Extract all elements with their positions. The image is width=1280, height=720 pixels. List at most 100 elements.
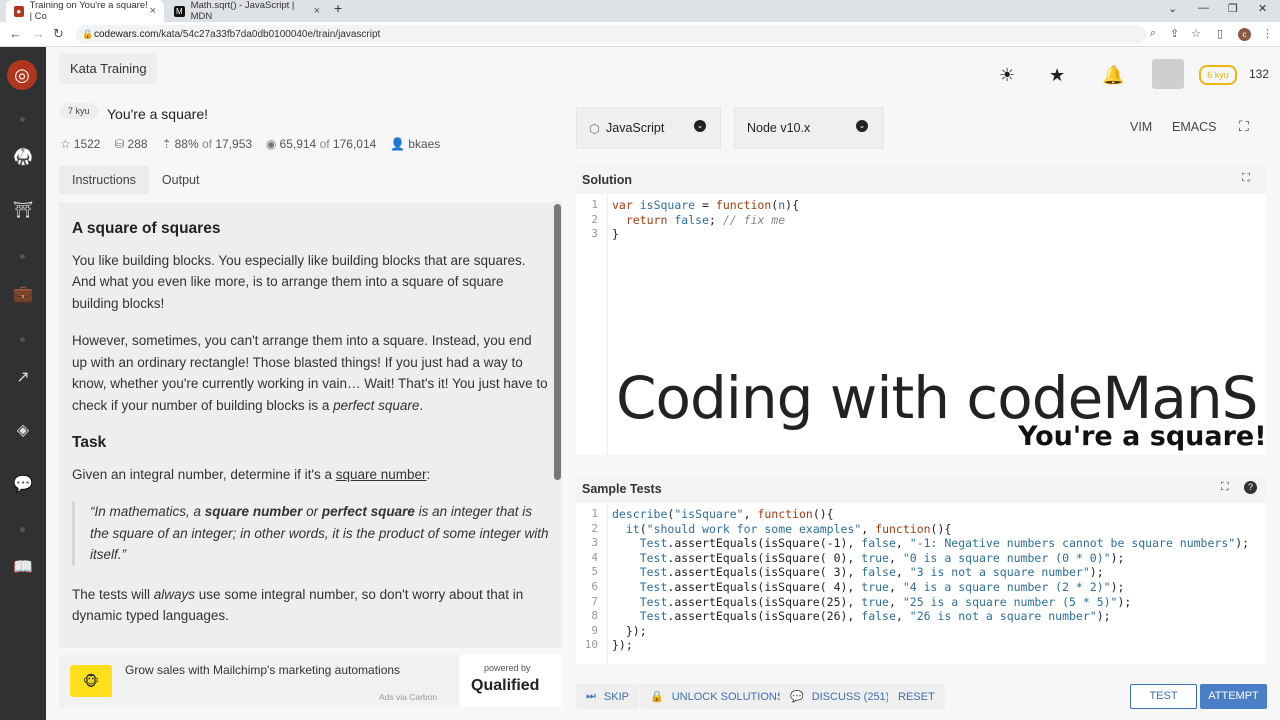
description-scrollbar[interactable]	[554, 204, 561, 480]
separator-dot	[20, 527, 25, 532]
close-icon[interactable]: ×	[314, 5, 320, 17]
vim-mode-button[interactable]: VIM	[1130, 120, 1152, 134]
code-line: it("should work for some examples", func…	[625, 521, 952, 536]
skip-icon: ⏭	[586, 690, 596, 702]
user-avatar[interactable]	[1152, 59, 1184, 89]
browser-tab-mdn[interactable]: M Math.sqrt() - JavaScript | MDN ×	[166, 0, 328, 22]
square-number-link[interactable]: square number	[336, 467, 427, 482]
dojo-icon[interactable]: ⛩	[11, 200, 35, 220]
minimize-button[interactable]: —	[1198, 2, 1209, 14]
profile-avatar[interactable]: c	[1238, 28, 1251, 41]
help-icon[interactable]: ?	[1244, 481, 1257, 494]
language-select[interactable]: ⬡ JavaScript ⌄	[576, 107, 721, 149]
tab-instructions[interactable]: Instructions	[59, 166, 149, 194]
discord-icon[interactable]: ◈	[11, 420, 35, 440]
new-tab-button[interactable]: +	[334, 0, 342, 16]
emacs-mode-button[interactable]: EMACS	[1172, 120, 1216, 134]
collections-stat[interactable]: ⛁ 288	[114, 137, 147, 151]
bookmark-icon[interactable]: ★	[1049, 65, 1065, 86]
unlock-solutions-button[interactable]: 🔒 UNLOCK SOLUTIONS	[640, 684, 795, 709]
notifications-bell-icon[interactable]: 🔔	[1102, 65, 1124, 86]
expand-icon[interactable]: ⛶	[1242, 172, 1250, 185]
carbon-ad[interactable]: 🐵 Grow sales with Mailchimp's marketing …	[59, 655, 562, 707]
code-line: Test.assertEquals(isSquare(26), false, "…	[639, 609, 1111, 624]
lock-icon: 🔒	[650, 691, 664, 703]
reload-icon[interactable]: ↻	[53, 26, 64, 42]
code-line: Test.assertEquals(isSquare( 0), true, "0…	[639, 550, 1125, 565]
target-icon: ◉	[266, 137, 277, 151]
code-line: var isSquare = function(n){	[612, 198, 800, 212]
practice-icon[interactable]: 🥋	[11, 147, 35, 167]
separator-dot	[20, 117, 25, 122]
left-panel-tabs: Instructions Output	[59, 166, 212, 194]
forward-icon[interactable]: →	[32, 26, 45, 41]
bookmark-star-icon[interactable]: ☆	[1191, 27, 1201, 40]
topbar: Kata Training ☀ ★ 🔔 6 kyu 132	[46, 47, 1280, 97]
comments-icon: 💬	[790, 691, 804, 703]
mdn-favicon: M	[174, 5, 185, 17]
satisfaction-stat: ⇡ 88% of 17,953	[161, 137, 253, 151]
lock-icon: 🔒	[82, 29, 94, 39]
discuss-button[interactable]: 💬 DISCUSS (251)	[780, 684, 900, 709]
powered-by-label: powered by	[484, 663, 531, 673]
description-paragraph: You like building blocks. You especially…	[72, 252, 526, 311]
js-icon: ⬡	[589, 122, 600, 136]
tests-title: Sample Tests	[582, 482, 662, 496]
browser-tab-codewars[interactable]: ● Training on You're a square! | Co ×	[6, 0, 164, 22]
user-honor: 132	[1249, 67, 1270, 81]
tab-title: Training on You're a square! | Co	[29, 0, 148, 22]
code-line: return false; // fix me	[625, 212, 786, 227]
tab-search-icon[interactable]: ⌄	[1168, 2, 1177, 15]
skip-button[interactable]: ⏭ SKIP	[576, 684, 639, 709]
sample-tests-panel: Sample Tests ⛶ ? 1 2 3 4 5 6 7 8 9 10 de…	[576, 474, 1266, 664]
chevron-down-icon: ⌄	[856, 120, 868, 132]
ad-text[interactable]: Grow sales with Mailchimp's marketing au…	[125, 663, 400, 677]
definition-quote: “In mathematics, a square number or perf…	[72, 501, 549, 566]
code-line: }	[612, 227, 619, 242]
solution-title: Solution	[582, 173, 632, 187]
url-input[interactable]: 🔒 codewars.com/kata/54c27a33fb7da0db0100…	[76, 25, 1146, 44]
task-paragraph: Given an integral number, determine if i…	[72, 466, 431, 482]
powered-by-box[interactable]: powered by Qualified	[459, 655, 562, 707]
kata-rank-badge: 7 kyu	[60, 103, 98, 119]
separator-dot	[20, 337, 25, 342]
fullscreen-icon[interactable]: ⛶	[1239, 118, 1249, 135]
sidepanel-icon[interactable]: ▯	[1217, 27, 1223, 40]
ad-via[interactable]: Ads via Carbon	[379, 692, 437, 702]
code-line: Test.assertEquals(isSquare(25), true, "2…	[639, 594, 1132, 609]
attempt-button[interactable]: ATTEMPT	[1200, 684, 1267, 709]
tests-editor[interactable]: 1 2 3 4 5 6 7 8 9 10 describe("isSquare"…	[576, 503, 1266, 664]
leaderboard-icon[interactable]: ↗	[11, 367, 35, 387]
zoom-icon[interactable]: ⌕	[1150, 27, 1156, 40]
solution-header: Solution ⛶	[576, 165, 1266, 194]
expand-icon[interactable]: ⛶	[1221, 481, 1229, 494]
chat-icon[interactable]: 💬	[11, 474, 35, 494]
test-button[interactable]: TEST	[1130, 684, 1197, 709]
back-icon[interactable]: ←	[9, 26, 22, 41]
codewars-favicon: ●	[14, 5, 24, 17]
docs-book-icon[interactable]: 📖	[11, 557, 35, 577]
tab-output[interactable]: Output	[149, 166, 213, 194]
reset-button[interactable]: RESET	[888, 684, 945, 709]
description-heading: A square of squares	[72, 220, 221, 237]
code-line: });	[612, 623, 647, 638]
window-close-button[interactable]: ✕	[1258, 2, 1267, 15]
star-icon: ☆	[60, 137, 71, 151]
theme-sun-icon[interactable]: ☀	[999, 65, 1015, 86]
close-icon[interactable]: ×	[150, 5, 156, 17]
stars-stat[interactable]: ☆ 1522	[60, 137, 100, 151]
code-line: Test.assertEquals(isSquare( 4), true, "4…	[639, 580, 1125, 594]
author-stat[interactable]: 👤 bkaes	[390, 137, 440, 151]
task-heading: Task	[72, 434, 107, 451]
menu-kebab-icon[interactable]: ⋮	[1262, 27, 1273, 40]
separator-dot	[20, 254, 25, 259]
runtime-select[interactable]: Node v10.x ⌄	[734, 107, 884, 149]
codewars-logo-icon[interactable]: ◎	[7, 60, 37, 90]
url-path: /kata/54c27a33fb7da0db0100040e/train/jav…	[158, 29, 381, 40]
share-icon[interactable]: ⇪	[1170, 27, 1179, 40]
briefcase-icon[interactable]: 💼	[11, 284, 35, 304]
maximize-button[interactable]: ❐	[1228, 2, 1238, 15]
url-host: codewars.com	[94, 29, 159, 40]
sidebar: ◎ 🥋 ⛩ 💼 ↗ ◈ 💬 📖	[0, 47, 46, 720]
kata-description: A square of squares You like building bl…	[59, 202, 562, 648]
